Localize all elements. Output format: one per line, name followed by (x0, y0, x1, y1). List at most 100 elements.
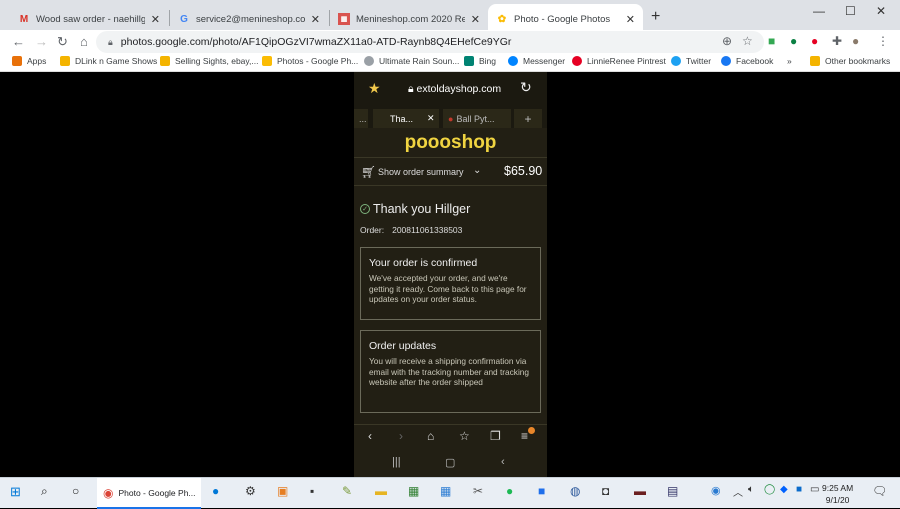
pinterest-icon (572, 56, 582, 66)
extension-icon[interactable]: ● (790, 34, 797, 48)
tab-title: Menineshop.com 2020 Reports & (356, 13, 465, 25)
mobile-new-tab-icon: + (514, 109, 542, 128)
report-icon: ▦ (338, 13, 350, 25)
google-icon: G (180, 13, 188, 25)
edge-icon[interactable]: ● (212, 484, 219, 498)
url-text: photos.google.com/photo/AF1QipOGzVI7wmaZ… (120, 36, 512, 48)
bookmark-apps[interactable]: Apps (12, 56, 46, 66)
globe-icon[interactable]: ◍ (570, 484, 580, 498)
mobile-url: 🔒︎ extoldayshop.com (408, 83, 502, 95)
mobile-bottom-bar: ‹ › ⌂ ☆ ❐ ≡ (354, 424, 547, 446)
home-button-icon: ▢ (445, 457, 456, 469)
chevron-down-icon: ⌄ (473, 165, 482, 176)
order-total: $65.90 (504, 164, 543, 178)
address-bar[interactable]: 🔒︎ photos.google.com/photo/AF1QipOGzVI7w… (96, 31, 764, 53)
cart-icon: 🛒︎ (361, 165, 377, 179)
spotify-icon[interactable]: ● (506, 484, 513, 498)
tab-title: Wood saw order - naehillger@gm (36, 13, 145, 25)
settings-gear-icon[interactable]: ⚙ (245, 484, 256, 498)
menu-icon[interactable]: ⋮ (877, 34, 889, 48)
mobile-tab: ● Ball Pyt... (443, 109, 511, 128)
messenger-icon (508, 56, 518, 66)
phone-screenshot: ★ 🔒︎ extoldayshop.com ↻ ... Tha... ✕ ● Bal… (354, 72, 547, 477)
more-bookmarks-chevron-icon[interactable]: » (787, 56, 792, 66)
app-icon[interactable]: ■ (538, 484, 545, 498)
order-number-line: Order: 200811061338503 (360, 225, 463, 235)
back-icon[interactable]: ← (12, 34, 25, 49)
minimize-button[interactable]: — (813, 4, 825, 18)
maximize-button[interactable]: ☐ (845, 4, 856, 18)
tray-icon[interactable]: ■ (796, 484, 802, 495)
bookmark-bing[interactable]: Bing (464, 56, 496, 66)
mobile-tab: ... (354, 109, 368, 128)
forward-icon[interactable]: → (35, 34, 48, 49)
browser-toolbar: ← → ↻ ⌂ 🔒︎ photos.google.com/photo/AF1Qi… (0, 30, 900, 54)
star-icon: ★ (368, 80, 381, 96)
back-icon: ‹ (501, 456, 505, 468)
close-icon[interactable]: ✕ (471, 13, 480, 26)
chrome-icon: ◉ (103, 485, 114, 500)
bookmark-facebook[interactable]: Facebook (721, 56, 773, 66)
close-icon: ✕ (427, 113, 435, 123)
tray-icon[interactable]: ◯ (764, 484, 775, 495)
mobile-tab-active: Tha... ✕ (373, 109, 439, 128)
new-tab-button[interactable]: + (651, 8, 660, 26)
tab-strip: M Wood saw order - naehillger@gm ✕ G ser… (0, 0, 900, 34)
paint-icon[interactable]: ✎ (342, 484, 352, 498)
home-icon[interactable]: ⌂ (80, 34, 88, 49)
network-icon[interactable]: ▭ (810, 484, 819, 495)
bookmark-star-icon: ☆ (459, 429, 470, 443)
document-icon[interactable]: ▤ (667, 484, 678, 498)
bookmark-pinterest[interactable]: LinnieRenee Pintrest (572, 56, 666, 66)
avatar[interactable]: ● (852, 34, 859, 48)
facebook-icon (721, 56, 731, 66)
pinterest-icon[interactable]: ● (811, 34, 818, 48)
snipping-tool-icon[interactable]: ✂ (473, 484, 483, 498)
thank-you-heading: ✓ Thank you Hillger (360, 202, 470, 216)
system-clock[interactable]: 9:25 AM 9/1/20 (822, 482, 853, 506)
close-icon[interactable]: ✕ (151, 13, 160, 26)
app-icon[interactable]: ▬ (634, 484, 646, 498)
store-bag-icon[interactable]: ▪ (310, 484, 314, 498)
recent-apps-icon: ||| (392, 456, 401, 468)
order-updates-card: Order updates You will receive a shippin… (360, 330, 541, 413)
window-close-button[interactable]: ✕ (876, 4, 886, 18)
volume-icon[interactable]: 🔈︎ (748, 484, 754, 495)
search-icon[interactable]: ⌕ (41, 484, 48, 499)
dropbox-icon[interactable]: ◆ (780, 484, 788, 495)
windows-start-icon[interactable]: ⊞ (10, 484, 21, 500)
bookmark-selling[interactable]: Selling Sights, ebay,... (160, 56, 258, 66)
bookmark-dlink[interactable]: DLink n Game Shows (60, 56, 157, 66)
mobile-tabs: ... Tha... ✕ ● Ball Pyt... + (354, 106, 547, 128)
calendar-icon[interactable]: ▦ (440, 484, 451, 498)
grammarly-icon[interactable]: ■ (768, 34, 775, 48)
windows-taskbar: ⊞ ⌕ ○ ◉ Photo - Google Ph... ● ⚙ ▣ ▪ ✎ ▬… (0, 477, 900, 509)
cortana-icon[interactable]: ○ (72, 484, 79, 498)
add-icon[interactable]: ⊕ (722, 34, 732, 48)
notification-badge (528, 427, 535, 434)
close-icon[interactable]: ✕ (311, 13, 320, 26)
taskbar-chrome-button[interactable]: ◉ Photo - Google Ph... (97, 478, 201, 509)
bookmark-photos[interactable]: Photos - Google Ph... (262, 56, 358, 66)
bookmark-twitter[interactable]: Twitter (671, 56, 711, 66)
notification-center-icon[interactable]: 🗨︎ (872, 484, 887, 498)
order-summary-toggle: 🛒︎ Show order summary ⌄ $65.90 (354, 157, 547, 186)
file-explorer-icon[interactable]: ▬ (375, 484, 387, 498)
apps-icon (12, 56, 22, 66)
tray-icon[interactable]: ◉ (711, 484, 721, 497)
order-confirmed-card: Your order is confirmed We've accepted y… (360, 247, 541, 320)
puzzle-icon[interactable]: ✚ (832, 34, 842, 48)
reload-icon[interactable]: ↻ (57, 34, 68, 50)
bookmark-star-icon[interactable]: ☆ (742, 34, 753, 48)
camera-icon[interactable]: ◘ (602, 484, 609, 498)
close-icon[interactable]: ✕ (626, 13, 635, 26)
bookmark-other[interactable]: Other bookmarks (810, 56, 890, 66)
bookmark-rain[interactable]: Ultimate Rain Soun... (364, 56, 459, 66)
android-nav-bar: ||| ▢ ‹ (354, 452, 547, 477)
bing-icon (464, 56, 474, 66)
excel-icon[interactable]: ▦ (408, 484, 419, 498)
chevron-up-icon[interactable]: ︿ (733, 484, 743, 499)
media-player-icon[interactable]: ▣ (277, 484, 288, 498)
home-icon: ⌂ (427, 429, 435, 443)
bookmark-messenger[interactable]: Messenger (508, 56, 565, 66)
